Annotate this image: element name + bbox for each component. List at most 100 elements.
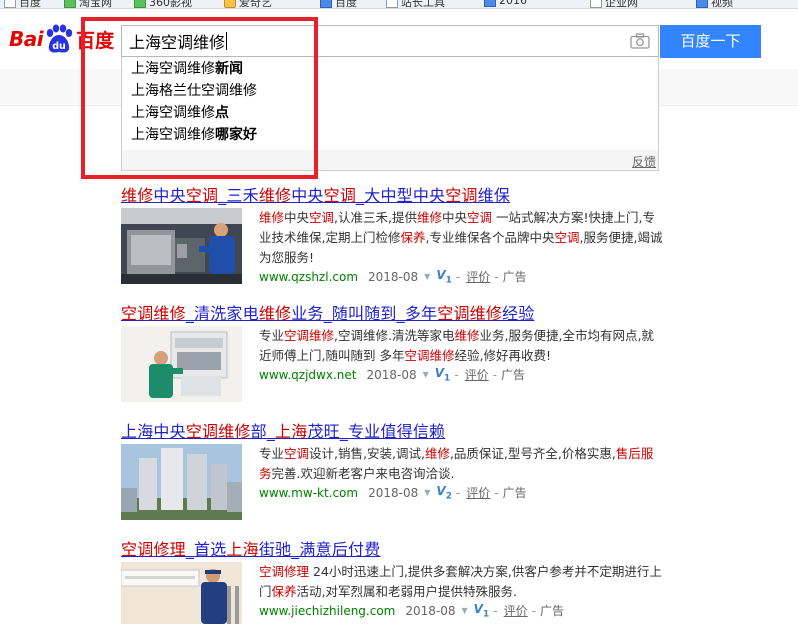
separator: -	[494, 485, 499, 500]
dropdown-triangle-icon[interactable]: ▼	[462, 606, 468, 615]
highlighted-keyword: 空调维修	[121, 304, 186, 323]
highlighted-keyword: 上海	[275, 422, 308, 441]
highlighted-keyword: 空调	[445, 186, 478, 205]
text-segment: 上海中央	[121, 422, 186, 441]
bookmark-label: 百度	[19, 0, 41, 9]
v-badge[interactable]: V1	[435, 366, 451, 383]
text-segment: _清洗家电	[185, 304, 259, 323]
text-segment: 经验,修好再收费!	[454, 348, 551, 363]
bookmark-label: 2016	[499, 0, 527, 7]
evaluate-link[interactable]: 评价	[504, 602, 528, 619]
ad-label: 广告	[539, 604, 564, 619]
highlighted-keyword: 维修	[258, 304, 292, 323]
page-icon	[484, 0, 496, 7]
text-segment: ,品质保证,型号齐全,价格实惠,	[449, 446, 616, 461]
evaluate-link[interactable]: 评价	[465, 366, 489, 383]
bookmark-label: 淘宝网	[79, 0, 112, 9]
page-icon	[320, 0, 332, 8]
dropdown-triangle-icon[interactable]: ▼	[424, 272, 430, 281]
feedback-link[interactable]: 反馈	[632, 153, 656, 170]
text-segment: ,专业维保各个品牌中央	[425, 230, 555, 245]
dropdown-triangle-icon[interactable]: ▼	[424, 488, 430, 497]
text-segment: _首选	[185, 540, 227, 559]
text-segment: ,认准三禾,提供	[334, 210, 417, 225]
annotation-highlight-box	[81, 17, 318, 179]
highlighted-keyword: 空调	[309, 210, 335, 225]
v-badge[interactable]: V2	[436, 484, 452, 501]
result-title[interactable]: 空调修理_首选上海街驰_满意后付费	[121, 536, 380, 560]
text-segment: ,空调维修.清洗等家电	[334, 328, 455, 343]
bookmark-item[interactable]: 百度	[4, 0, 41, 9]
paw-icon: du	[44, 24, 74, 54]
bookmark-item[interactable]: 视频	[696, 0, 733, 9]
result-abstract: 专业空调维修,空调维修.清洗等家电维修业务,服务便捷,全市均有网点,就近师傅上门…	[259, 326, 664, 366]
result-url[interactable]: www.mw-kt.com	[259, 486, 358, 500]
bookmark-label: 企业网	[605, 0, 638, 9]
text-segment: _三禾	[218, 186, 259, 205]
result-title[interactable]: 维修中央空调_三禾维修中央空调_大中型中央空调维保	[121, 182, 510, 206]
page-icon	[696, 0, 708, 8]
v-badge[interactable]: V1	[474, 602, 490, 619]
highlighted-keyword: 空调	[284, 446, 310, 461]
result-title[interactable]: 上海中央空调维修部_上海茂旺_专业值得信赖	[121, 418, 445, 442]
highlighted-keyword: 维修	[454, 328, 480, 343]
text-segment: 街驰_满意后付费	[258, 540, 381, 559]
logo-text-latin: Bai	[9, 27, 44, 51]
highlighted-keyword: 空调	[467, 210, 493, 225]
evaluate-link[interactable]: 评价	[466, 484, 490, 501]
camera-icon[interactable]	[630, 33, 650, 49]
separator: -	[531, 603, 536, 618]
bookmark-item[interactable]: 企业网	[590, 0, 638, 9]
result-date: 2018-08	[405, 603, 456, 618]
result-url[interactable]: www.qzjdwx.net	[259, 368, 356, 382]
result-thumbnail[interactable]	[121, 326, 242, 402]
text-segment: 中央	[442, 210, 468, 225]
v-level: 2	[445, 491, 452, 502]
bookmark-item[interactable]: 2016	[484, 0, 527, 7]
v-level: 1	[444, 373, 451, 384]
result-date: 2018-08	[368, 485, 419, 500]
result-title[interactable]: 空调维修_清洗家电维修业务_随叫随到_多年空调维修经验	[121, 300, 534, 324]
bookmark-label: 站长工具	[401, 0, 445, 9]
separator: -	[455, 269, 461, 284]
page-icon	[590, 0, 602, 8]
text-segment: 中央	[284, 210, 310, 225]
separator: -	[494, 269, 499, 284]
ad-label: 广告	[502, 486, 527, 501]
v-level: 1	[445, 275, 452, 286]
dropdown-triangle-icon[interactable]: ▼	[423, 370, 429, 379]
bookmark-label: 360影视	[149, 0, 192, 9]
text-segment: 业务_随叫随到_多年	[291, 304, 438, 323]
result-thumbnail[interactable]	[121, 208, 242, 284]
separator: -	[454, 367, 459, 382]
bookmark-label: 视频	[711, 0, 733, 9]
result-thumbnail[interactable]	[121, 444, 242, 520]
result-date: 2018-08	[368, 269, 419, 284]
bookmark-item[interactable]: 360影视	[134, 0, 192, 9]
highlighted-keyword: 空调维修	[284, 328, 335, 343]
result-url[interactable]: www.jiechizhileng.com	[259, 604, 395, 618]
v-badge[interactable]: V1	[436, 268, 452, 285]
search-button[interactable]: 百度一下	[660, 25, 761, 58]
highlighted-keyword: 空调	[185, 186, 219, 205]
bookmark-label: 爱奇艺	[239, 0, 272, 9]
evaluate-link[interactable]: 评价	[466, 268, 490, 285]
bookmark-item[interactable]: 百度	[320, 0, 357, 9]
page-icon	[386, 0, 398, 8]
bookmark-label: 百度	[335, 0, 357, 9]
highlighted-keyword: 保养	[271, 584, 297, 599]
page-icon	[134, 0, 146, 8]
result-thumbnail[interactable]	[121, 562, 242, 624]
bookmark-item[interactable]: 淘宝网	[64, 0, 112, 9]
highlighted-keyword: 空调修理	[121, 540, 186, 559]
text-segment: _大中型中央	[356, 186, 446, 205]
paw-text: du	[52, 41, 66, 52]
text-segment: 经验	[502, 304, 535, 323]
bookmark-item[interactable]: 爱奇艺	[224, 0, 272, 9]
highlighted-keyword: 维修	[121, 186, 154, 205]
highlighted-keyword: 空调修理	[259, 564, 310, 579]
result-url[interactable]: www.qzshzl.com	[259, 270, 358, 284]
result-abstract: 维修中央空调,认准三禾,提供维修中央空调 一站式解决方案!快捷上门,专业技术维保…	[259, 208, 664, 268]
bookmark-item[interactable]: 站长工具	[386, 0, 445, 9]
text-segment: 专业	[259, 328, 285, 343]
